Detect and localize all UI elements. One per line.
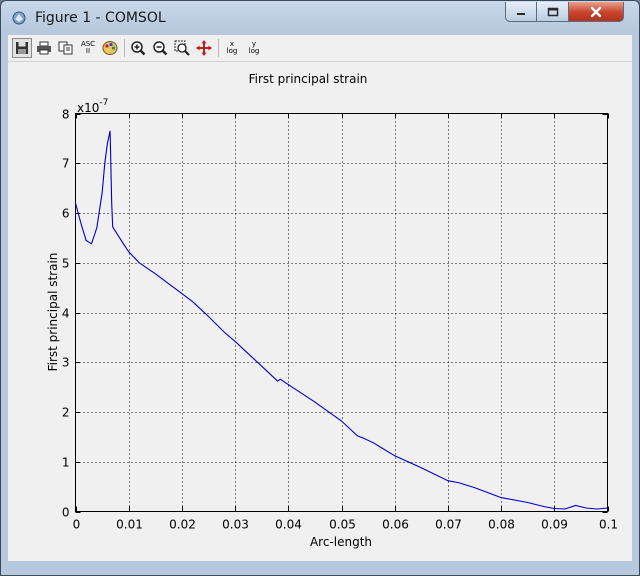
color-palette-button[interactable] xyxy=(100,38,120,58)
save-button[interactable] xyxy=(12,38,32,58)
x-log-icon: x log xyxy=(227,41,238,55)
figure-toolbar: ASC II x log y log xyxy=(8,35,632,62)
x-tick-label: 0 xyxy=(73,518,81,532)
close-icon xyxy=(590,6,602,17)
y-log-button[interactable]: y log xyxy=(244,38,264,58)
x-tick-label: 0.02 xyxy=(169,518,196,532)
zoom-in-icon xyxy=(131,41,146,56)
y-tick-label: 1 xyxy=(62,456,70,470)
minimize-button[interactable] xyxy=(505,2,537,22)
print-icon xyxy=(37,41,51,55)
x-tick-label: 0.05 xyxy=(329,518,356,532)
zoom-extents-button[interactable] xyxy=(172,38,192,58)
y-tick-label: 8 xyxy=(62,108,70,122)
x-tick-label: 0.04 xyxy=(275,518,302,532)
figure-canvas: First principal strain x10-7 0 0.01 0.02 0.… xyxy=(8,62,632,561)
x-tick-label: 0.1 xyxy=(599,518,618,532)
ascii-label-bottom: II xyxy=(85,47,91,55)
y-tick-label: 7 xyxy=(62,157,70,171)
title-bar[interactable]: Figure 1 - COMSOL xyxy=(1,1,639,35)
x-tick-labels: 0 0.01 0.02 0.03 0.04 0.05 0.06 0.07 0.08 0.09 0.1 xyxy=(73,518,618,532)
x-tick-label: 0.03 xyxy=(222,518,249,532)
y-axis-label: First principal strain xyxy=(46,253,60,372)
copy-button[interactable] xyxy=(56,38,76,58)
x-log-label-bottom: log xyxy=(226,47,238,55)
x-log-button[interactable]: x log xyxy=(222,38,242,58)
maximize-button[interactable] xyxy=(537,2,569,22)
grid-lines xyxy=(75,113,608,512)
window-title: Figure 1 - COMSOL xyxy=(35,10,166,26)
color-palette-icon xyxy=(102,41,118,55)
y-tick-label: 6 xyxy=(62,207,70,221)
series-line-first-principal-strain xyxy=(74,130,608,510)
y-tick-label: 4 xyxy=(62,307,70,321)
save-icon xyxy=(16,42,28,54)
y-tick-labels: 0 1 2 3 4 5 6 7 8 xyxy=(62,108,70,520)
y-multiplier-base: x10 xyxy=(77,101,99,115)
y-tick-label: 3 xyxy=(62,356,70,370)
chart-title: First principal strain xyxy=(249,72,368,86)
x-tick-label: 0.08 xyxy=(488,518,515,532)
x-tick-label: 0.06 xyxy=(382,518,409,532)
pan-icon xyxy=(196,40,212,56)
y-tick-label: 5 xyxy=(62,257,70,271)
y-log-label-bottom: log xyxy=(248,47,260,55)
minimize-icon xyxy=(517,12,525,15)
x-tick-label: 0.07 xyxy=(435,518,462,532)
export-ascii-icon: ASC II xyxy=(81,41,95,55)
maximize-icon xyxy=(547,7,558,16)
x-tick-label: 0.09 xyxy=(541,518,568,532)
pan-button[interactable] xyxy=(194,38,214,58)
y-log-icon: y log xyxy=(249,41,260,55)
line-chart[interactable]: First principal strain x10-7 0 0.01 0.02 0.… xyxy=(8,62,632,561)
close-button[interactable] xyxy=(569,2,624,22)
x-axis-label: Arc-length xyxy=(310,535,372,549)
axis-ticks xyxy=(75,113,609,513)
print-button[interactable] xyxy=(34,38,54,58)
zoom-out-button[interactable] xyxy=(150,38,170,58)
y-axis-multiplier: x10-7 xyxy=(77,98,108,115)
y-multiplier-exponent: -7 xyxy=(99,98,108,108)
zoom-out-icon xyxy=(153,41,168,56)
copy-icon xyxy=(58,41,73,55)
plot-area-frame xyxy=(75,113,608,512)
y-tick-label: 2 xyxy=(62,406,70,420)
comsol-app-icon xyxy=(12,11,26,25)
zoom-in-button[interactable] xyxy=(128,38,148,58)
zoom-extents-icon xyxy=(174,40,190,56)
x-tick-label: 0.01 xyxy=(116,518,143,532)
export-ascii-button[interactable]: ASC II xyxy=(78,38,98,58)
y-tick-label: 0 xyxy=(62,506,70,520)
figure-window: Figure 1 - COMSOL ASC II x log y log Fir… xyxy=(0,0,640,576)
